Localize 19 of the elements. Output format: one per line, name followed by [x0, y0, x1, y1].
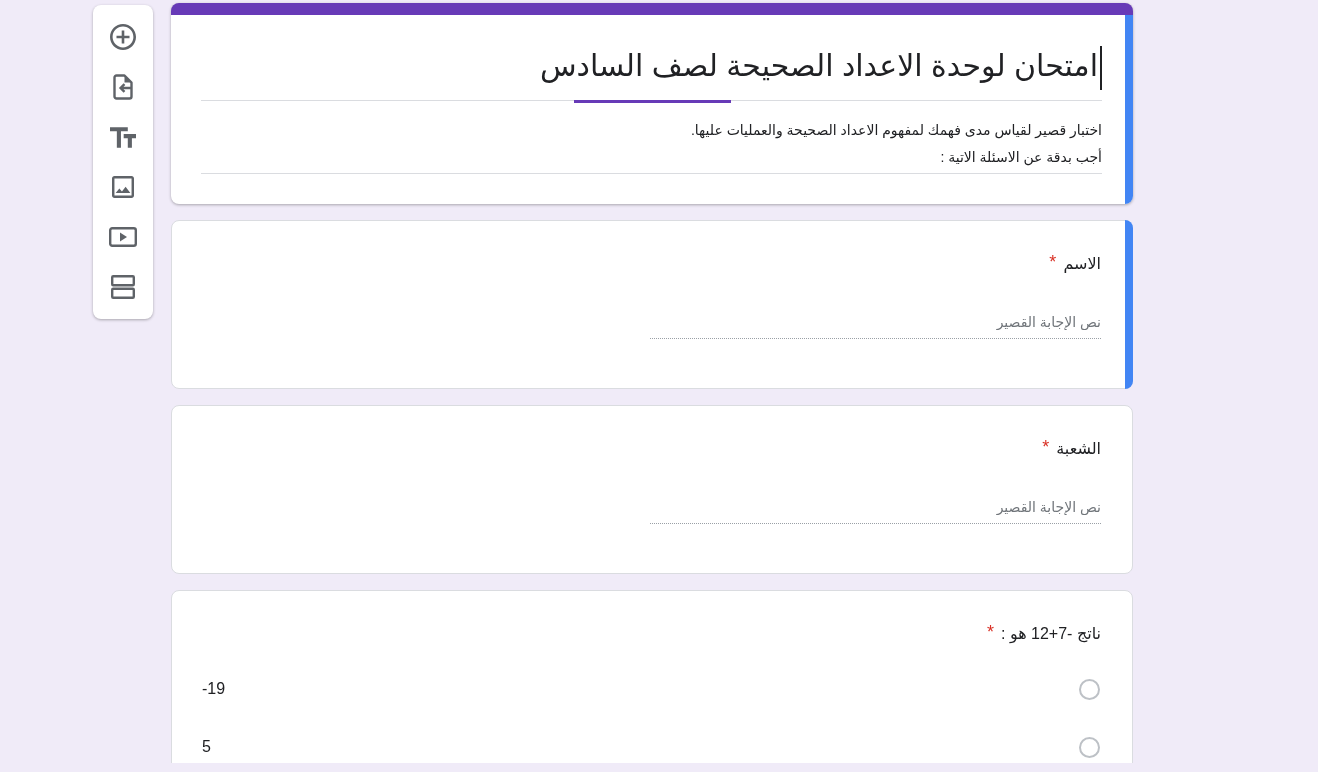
video-icon: [109, 227, 137, 247]
short-answer-field[interactable]: نص الإجابة القصير: [650, 306, 1101, 340]
form-title-field[interactable]: امتحان لوحدة الاعداد الصحيحة لصف السادس: [201, 42, 1102, 102]
radio-button[interactable]: [1079, 736, 1100, 758]
radio-button[interactable]: [1079, 678, 1100, 700]
question-title: الاسم: [1063, 254, 1101, 275]
question-title: الشعبة: [1056, 439, 1101, 460]
question-title: ناتج -7+12 هو :: [1001, 624, 1101, 645]
two-rows-icon: [111, 275, 135, 299]
short-answer-field[interactable]: نص الإجابة القصير: [650, 491, 1101, 525]
option-label: 5: [202, 737, 211, 758]
required-asterisk: *: [1049, 252, 1057, 273]
option-label: -19: [202, 679, 226, 700]
required-asterisk: *: [1042, 437, 1050, 458]
file-arrow-icon: [113, 74, 133, 100]
form-description-field[interactable]: اختبار قصير لقياس مدى فهمك لمفهوم الاعداد الصحيحة والعمليات عليها. أجب بدقة عن الاسئلة الاتية :: [201, 117, 1102, 175]
required-asterisk: *: [987, 622, 994, 643]
image-icon: [112, 176, 134, 198]
text-size-icon: [110, 126, 136, 148]
